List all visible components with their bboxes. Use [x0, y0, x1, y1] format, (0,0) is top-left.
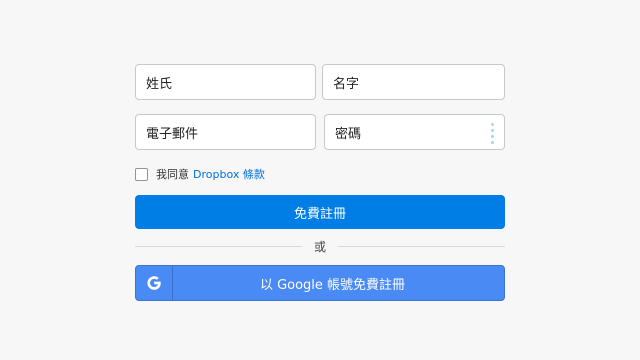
signup-page: 姓氏 名字 電子郵件 密碼 我同意 Dropbox 條款 免費註冊 或 以 Go…	[0, 0, 640, 360]
or-text: 或	[314, 239, 327, 254]
google-button-label-wrap: 以 Google 帳號免費註冊	[173, 266, 504, 300]
email-field[interactable]: 電子郵件	[135, 114, 316, 150]
signup-button-label: 免費註冊	[293, 206, 346, 222]
agree-text: 我同意	[156, 168, 189, 181]
terms-checkbox[interactable]	[135, 167, 148, 181]
password-field[interactable]: 密碼	[324, 114, 505, 150]
password-manager-icon[interactable]	[491, 123, 495, 144]
email-placeholder: 電子郵件	[146, 126, 199, 142]
terms-agreement: 我同意 Dropbox 條款	[135, 167, 505, 181]
google-signup-button[interactable]: 以 Google 帳號免費註冊	[135, 265, 505, 301]
or-divider: 或	[135, 238, 506, 254]
credentials-row: 電子郵件 密碼	[135, 114, 505, 150]
password-placeholder: 密碼	[335, 126, 362, 142]
last-name-placeholder: 名字	[333, 76, 360, 92]
signup-button[interactable]: 免費註冊	[135, 195, 505, 229]
signup-form: 姓氏 名字 電子郵件 密碼 我同意 Dropbox 條款 免費註冊 或 以 Go…	[135, 64, 506, 301]
google-button-label: 以 Google 帳號免費註冊	[259, 277, 406, 293]
divider-line-right	[338, 245, 506, 247]
terms-link[interactable]: Dropbox 條款	[193, 166, 265, 182]
divider-line-left	[135, 245, 302, 247]
google-icon	[147, 276, 161, 290]
last-name-field[interactable]: 名字	[322, 64, 505, 100]
first-name-field[interactable]: 姓氏	[135, 64, 316, 100]
first-name-placeholder: 姓氏	[146, 76, 173, 92]
google-icon-box	[136, 266, 173, 300]
name-row: 姓氏 名字	[135, 64, 505, 100]
